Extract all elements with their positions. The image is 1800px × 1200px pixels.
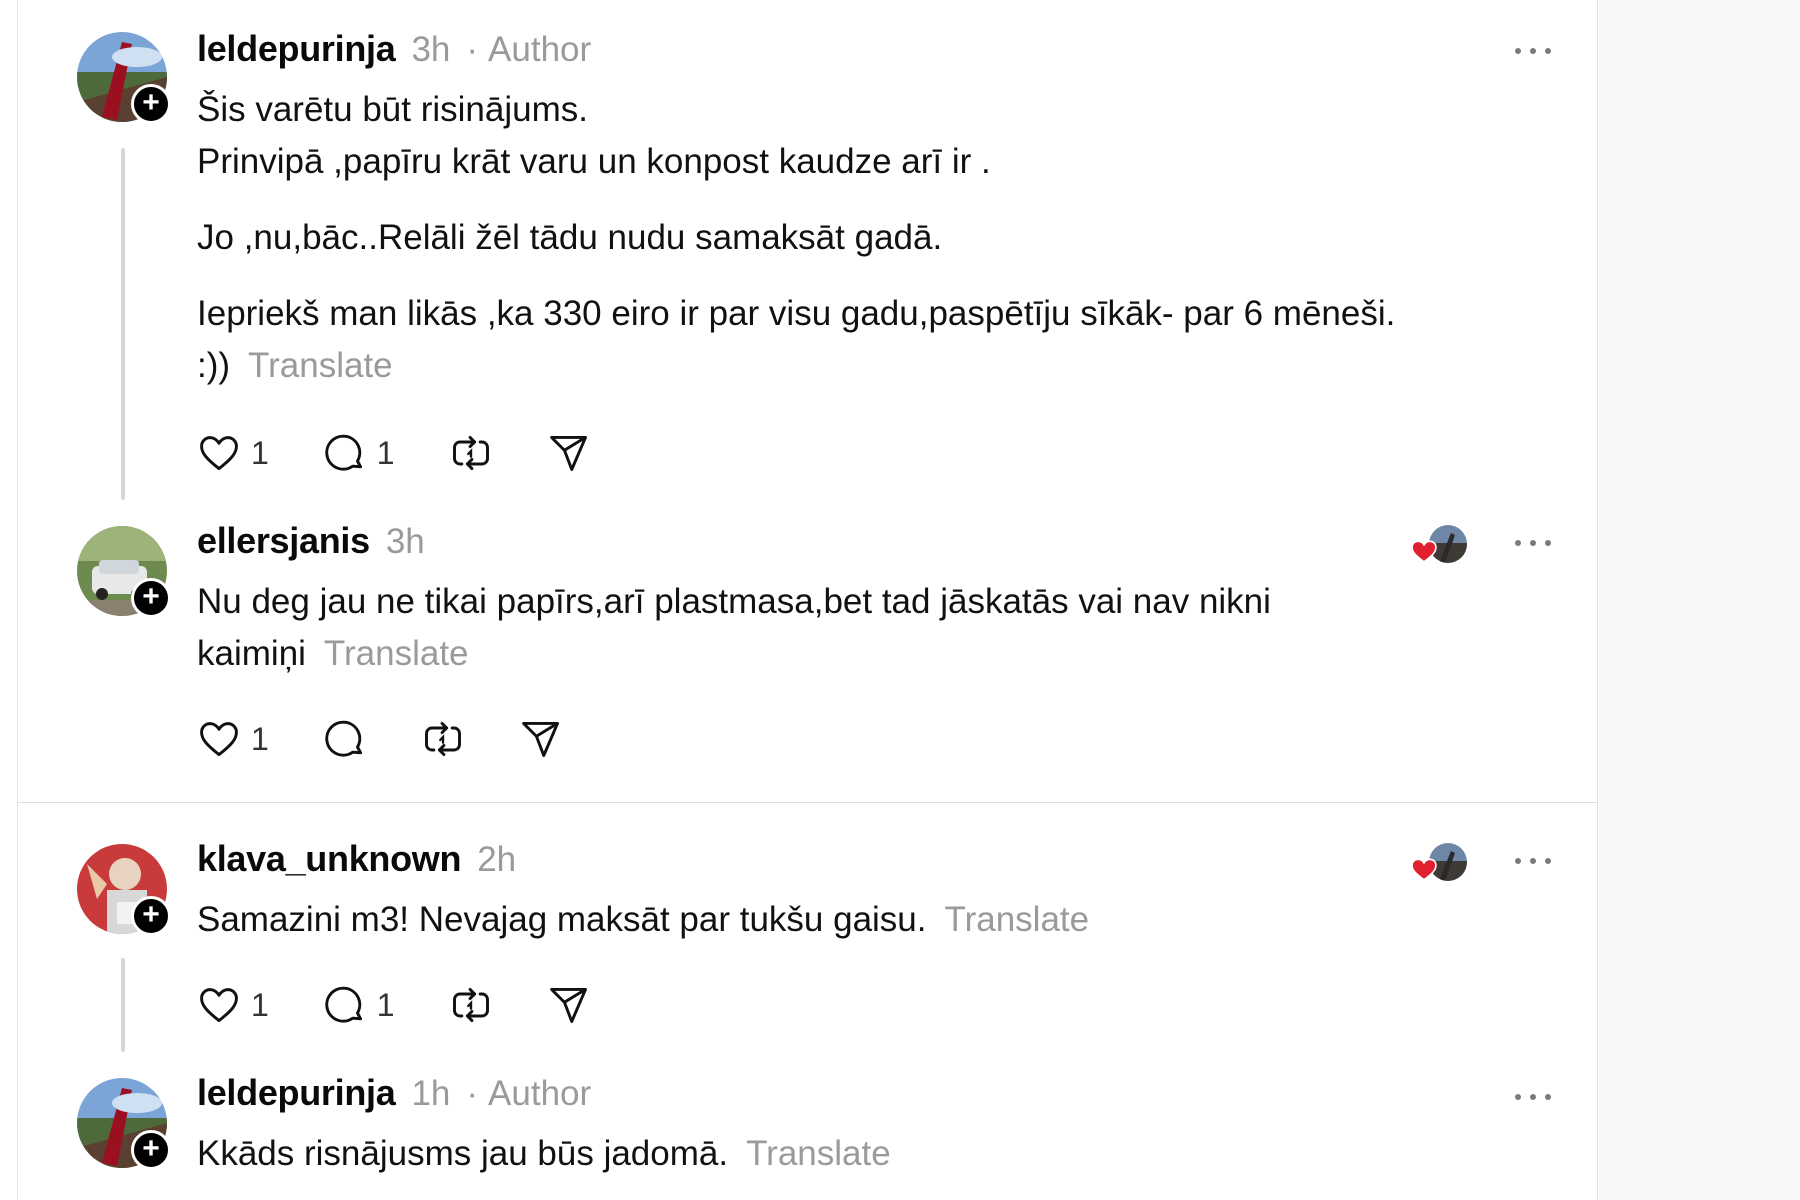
repost-button[interactable] [421, 714, 465, 764]
author-badge: Author [488, 30, 592, 69]
post-text: Šis varētu būt risinājums. Prinvipā ,pap… [197, 84, 1497, 392]
avatar[interactable]: + [77, 844, 171, 936]
action-bar: 1 1 [197, 980, 645, 1030]
share-button[interactable] [547, 428, 591, 478]
more-icon[interactable] [1515, 1092, 1551, 1102]
thread-feed: + leldepurinja 3h · Author Šis varētu bū… [17, 0, 1598, 1200]
translate-link[interactable]: Translate [324, 634, 469, 673]
heart-icon [1411, 858, 1437, 881]
text-line: Samazini m3! Nevajag maksāt par tukšu ga… [197, 900, 927, 939]
text-line: Jo ,nu,bāc..Relāli žēl tādu nudu samaksā… [197, 218, 943, 257]
thread-line [121, 148, 125, 500]
timestamp[interactable]: 1h [411, 1074, 450, 1114]
share-button[interactable] [547, 980, 591, 1030]
thread-divider [18, 802, 1597, 803]
reply-button[interactable] [323, 714, 367, 764]
timestamp[interactable]: 3h [411, 30, 450, 70]
like-count: 1 [251, 986, 269, 1023]
post-header: klava_unknown 2h [197, 838, 516, 880]
more-icon[interactable] [1515, 856, 1551, 866]
username[interactable]: klava_unknown [197, 838, 461, 880]
share-icon [549, 435, 587, 471]
text-line: kaimiņi [197, 634, 306, 673]
comment-icon [325, 720, 362, 757]
timestamp[interactable]: 3h [386, 522, 425, 562]
more-icon[interactable] [1515, 538, 1551, 548]
separator-dot: · [466, 1074, 479, 1113]
avatar[interactable]: + [77, 1078, 171, 1170]
post-text: Nu deg jau ne tikai papīrs,arī plastmasa… [197, 576, 1497, 680]
like-button[interactable]: 1 [197, 428, 269, 478]
repost-button[interactable] [449, 428, 493, 478]
heart-icon [200, 436, 238, 471]
reply-button[interactable]: 1 [323, 980, 395, 1030]
share-icon [521, 721, 559, 757]
username[interactable]: leldepurinja [197, 28, 396, 70]
post-text: Samazini m3! Nevajag maksāt par tukšu ga… [197, 894, 1497, 946]
follow-plus-icon[interactable]: + [131, 578, 171, 618]
text-line: :)) [197, 346, 231, 385]
username[interactable]: leldepurinja [197, 1072, 396, 1114]
username[interactable]: ellersjanis [197, 520, 370, 562]
follow-plus-icon[interactable]: + [131, 84, 171, 124]
text-line: Prinvipā ,papīru krāt varu un konpost ka… [197, 142, 991, 181]
repost-button[interactable] [449, 980, 493, 1030]
like-count: 1 [251, 720, 269, 757]
like-count: 1 [251, 434, 269, 471]
post-text: Kkāds risnājusms jau būs jadomā. Translat… [197, 1128, 1497, 1180]
text-line: Šis varētu būt risinājums. [197, 90, 588, 129]
reply-count: 1 [376, 986, 395, 1023]
post-header: leldepurinja 3h · Author [197, 28, 591, 70]
follow-plus-icon[interactable]: + [131, 896, 171, 936]
reply-count: 1 [376, 434, 395, 471]
share-button[interactable] [519, 714, 563, 764]
text-line: Kkāds risnājusms jau būs jadomā. [197, 1134, 729, 1173]
repost-icon [452, 987, 489, 1023]
thread-line [121, 958, 125, 1052]
liked-by-avatars[interactable] [1411, 525, 1467, 565]
heart-icon [200, 988, 238, 1023]
follow-plus-icon[interactable]: + [131, 1130, 171, 1170]
right-background [1599, 0, 1800, 1200]
heart-icon [1411, 540, 1437, 563]
action-bar: 1 1 [197, 428, 645, 478]
translate-link[interactable]: Translate [945, 900, 1090, 939]
avatar[interactable]: + [77, 526, 171, 618]
post-header: leldepurinja 1h · Author [197, 1072, 591, 1114]
author-badge: Author [488, 1074, 592, 1113]
liked-by-avatars[interactable] [1411, 843, 1467, 883]
text-line: Nu deg jau ne tikai papīrs,arī plastmasa… [197, 582, 1271, 621]
timestamp[interactable]: 2h [477, 840, 516, 880]
like-button[interactable]: 1 [197, 980, 269, 1030]
comment-icon [325, 434, 362, 471]
translate-link[interactable]: Translate [248, 346, 393, 385]
repost-icon [424, 721, 461, 757]
share-icon [549, 987, 587, 1023]
more-icon[interactable] [1515, 46, 1551, 56]
avatar[interactable]: + [77, 32, 171, 124]
comment-icon [325, 986, 362, 1023]
text-line: Iepriekš man likās ,ka 330 eiro ir par v… [197, 294, 1396, 333]
action-bar: 1 [197, 714, 617, 764]
repost-icon [452, 435, 489, 471]
heart-icon [200, 722, 238, 757]
translate-link[interactable]: Translate [746, 1134, 891, 1173]
post-header: ellersjanis 3h [197, 520, 425, 562]
reply-button[interactable]: 1 [323, 428, 395, 478]
like-button[interactable]: 1 [197, 714, 269, 764]
separator-dot: · [466, 30, 479, 69]
